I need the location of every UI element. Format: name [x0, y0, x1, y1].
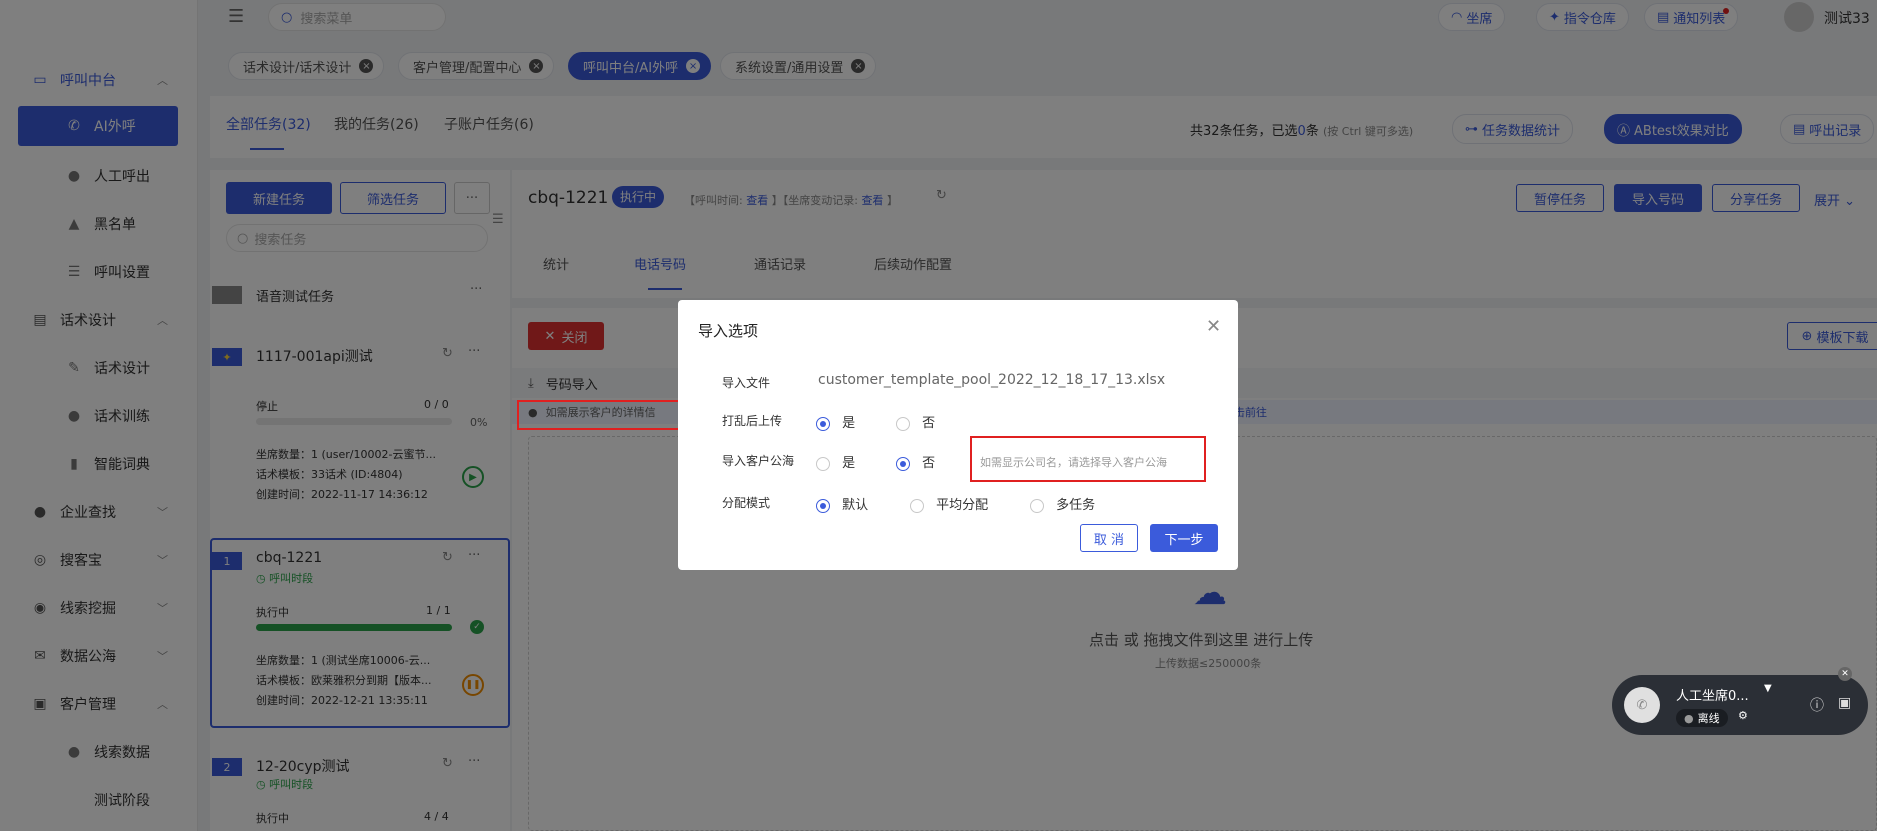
settings-icon[interactable]: ⚙: [1738, 709, 1748, 722]
pool-label: 导入客户公海: [722, 454, 795, 468]
phone-icon[interactable]: ✆: [1624, 687, 1660, 723]
widget-close-icon[interactable]: ✕: [1838, 667, 1852, 681]
import-options-dialog: 导入选项 ✕ 导入文件 customer_template_pool_2022_…: [678, 300, 1238, 570]
highlight-box: [517, 400, 681, 430]
shuffle-no-radio[interactable]: 否: [896, 412, 935, 431]
shuffle-label: 打乱后上传: [722, 414, 783, 428]
assign-avg-radio[interactable]: 平均分配: [910, 494, 988, 513]
status-badge[interactable]: ● 离线: [1676, 709, 1728, 727]
agent-widget: ✆ 人工坐席0... ▼ ● 离线 ⚙ ⓘ ▣: [1612, 675, 1868, 735]
status-dot-icon: ●: [1684, 711, 1694, 725]
pool-hint: 如需显示公司名，请选择导入客户公海: [980, 456, 1167, 469]
shuffle-yes-radio[interactable]: 是: [816, 412, 855, 431]
info-icon[interactable]: ⓘ: [1810, 695, 1824, 715]
assign-multi-radio[interactable]: 多任务: [1030, 494, 1095, 513]
pool-yes-radio[interactable]: 是: [816, 452, 855, 471]
next-button[interactable]: 下一步: [1150, 524, 1218, 552]
chevron-down-icon[interactable]: ▼: [1764, 683, 1772, 694]
agent-name: 人工坐席0...: [1676, 689, 1749, 704]
assign-default-radio[interactable]: 默认: [816, 494, 868, 513]
dialog-close-icon[interactable]: ✕: [1206, 316, 1221, 337]
pool-no-radio[interactable]: 否: [896, 452, 935, 471]
file-label: 导入文件: [722, 376, 771, 390]
window-icon[interactable]: ▣: [1838, 695, 1851, 711]
assign-label: 分配模式: [722, 496, 771, 510]
dialog-title: 导入选项: [698, 322, 759, 340]
cancel-button[interactable]: 取 消: [1080, 524, 1138, 552]
file-name: customer_template_pool_2022_12_18_17_13.…: [818, 372, 1166, 388]
